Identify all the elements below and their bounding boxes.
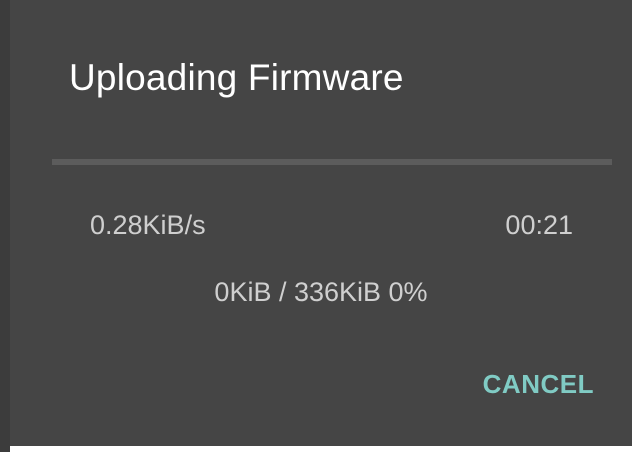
transfer-speed: 0.28KiB/s xyxy=(90,210,206,240)
background-window-edge xyxy=(0,0,10,452)
upload-firmware-dialog: Uploading Firmware 0.28KiB/s 00:21 0KiB … xyxy=(10,0,632,446)
cancel-button[interactable]: CANCEL xyxy=(475,358,602,410)
upload-progress-bar xyxy=(52,159,612,165)
elapsed-time: 00:21 xyxy=(505,210,573,240)
dialog-title: Uploading Firmware xyxy=(69,57,404,98)
transfer-size-status: 0KiB / 336KiB 0% xyxy=(214,277,428,307)
